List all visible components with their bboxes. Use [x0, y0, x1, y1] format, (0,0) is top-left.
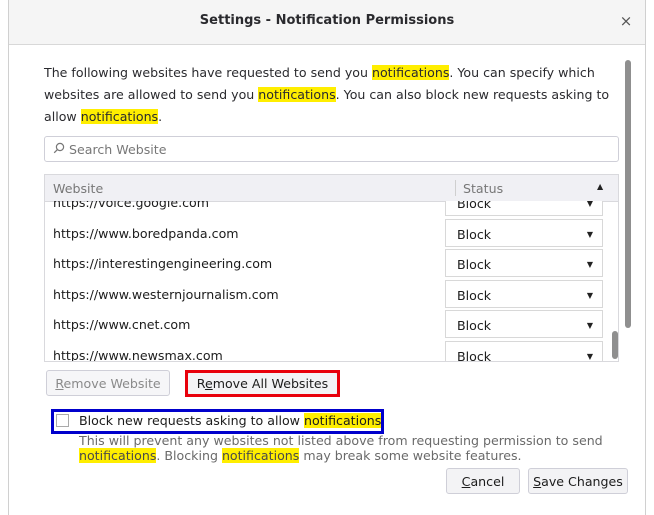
website-url: https://www.cnet.com [53, 317, 191, 332]
highlight-term: notifications [372, 65, 450, 80]
blue-annotation-box [51, 409, 384, 434]
chevron-down-icon: ▼ [586, 321, 593, 330]
access-key: R [55, 375, 64, 391]
search-icon [53, 142, 65, 154]
status-value: Block [457, 348, 492, 362]
website-url: https://voice.google.com [53, 201, 210, 210]
website-url: https://www.westernjournalism.com [53, 286, 279, 302]
chevron-down-icon: ▼ [586, 351, 593, 361]
search-input[interactable] [69, 139, 609, 159]
status-select[interactable]: Block ▼ [445, 340, 603, 362]
block-requests-note: This will prevent any websites not liste… [79, 433, 619, 463]
table-row[interactable]: https://interestingengineering.com Block… [45, 248, 618, 279]
notification-permissions-dialog: Settings - Notification Permissions × Th… [8, 0, 646, 515]
table-row[interactable]: https://www.newsmax.com Block ▼ [45, 340, 618, 362]
website-url: https://www.boredpanda.com [53, 225, 239, 241]
description-text: The following websites have requested to… [44, 62, 614, 128]
search-field[interactable] [44, 136, 619, 162]
status-select[interactable]: Block ▼ [445, 249, 603, 277]
status-value: Block [457, 201, 492, 211]
website-url: https://interestingengineering.com [53, 256, 273, 271]
table-row[interactable]: https://www.boredpanda.com Block ▼ [45, 218, 618, 249]
note-part: . Blocking [156, 448, 222, 463]
status-select[interactable]: Block ▼ [445, 310, 603, 338]
dialog-title: Settings - Notification Permissions [199, 13, 455, 28]
table-row[interactable]: https://www.westernjournalism.com Block ▼ [45, 279, 618, 310]
remove-website-button[interactable]: Remove Website [46, 370, 170, 396]
table-row[interactable]: https://www.cnet.com Block ▼ [45, 309, 618, 340]
chevron-down-icon: ▼ [586, 201, 593, 208]
status-select[interactable]: Block ▼ [445, 279, 603, 308]
button-label: emove Website [63, 375, 161, 391]
table-row[interactable]: https://voice.google.com Block ▼ [45, 201, 618, 218]
close-icon[interactable]: × [615, 10, 637, 32]
access-key: S [533, 473, 542, 489]
description-part: The following websites have requested to… [44, 65, 372, 80]
status-select[interactable]: Block ▼ [445, 201, 603, 216]
dialog-scrollbar-thumb[interactable] [625, 60, 631, 328]
save-changes-button[interactable]: Save Changes [528, 468, 628, 494]
column-divider [455, 180, 456, 196]
note-part: This will prevent any websites not liste… [79, 433, 603, 448]
dialog-titlebar: Settings - Notification Permissions × [9, 0, 645, 45]
table-header: Website Status ▲ [45, 175, 618, 202]
button-label: ancel [470, 473, 505, 489]
status-value: Block [457, 226, 492, 242]
chevron-down-icon: ▼ [586, 229, 593, 239]
button-label: ave Changes [541, 473, 623, 489]
highlight-term: notifications [80, 109, 159, 124]
table-rows: https://voice.google.com Block ▼ https://… [45, 201, 618, 361]
status-select[interactable]: Block ▼ [445, 218, 603, 247]
status-value: Block [457, 318, 492, 333]
status-value: Block [457, 257, 492, 272]
table-scrollbar-thumb[interactable] [612, 331, 618, 359]
column-header-status[interactable]: Status [463, 181, 503, 196]
websites-table: Website Status ▲ https://voice.google.co… [44, 174, 619, 362]
red-annotation-box [185, 370, 340, 397]
note-part: may break some website features. [299, 448, 522, 463]
status-value: Block [457, 287, 492, 303]
website-url: https://www.newsmax.com [53, 347, 223, 362]
dialog-scrollbar[interactable] [623, 60, 633, 515]
highlight-term: notifications [221, 448, 300, 463]
chevron-down-icon: ▼ [586, 260, 593, 269]
description-part: . [158, 109, 163, 124]
cancel-button[interactable]: Cancel [446, 468, 520, 494]
table-body: https://voice.google.com Block ▼ https://… [45, 201, 618, 361]
table-scrollbar[interactable] [611, 201, 618, 361]
sort-up-icon[interactable]: ▲ [597, 182, 603, 191]
highlight-term: notifications [258, 87, 336, 102]
highlight-term: notifications [79, 448, 157, 463]
chevron-down-icon: ▼ [586, 290, 593, 300]
column-header-website[interactable]: Website [53, 181, 103, 196]
